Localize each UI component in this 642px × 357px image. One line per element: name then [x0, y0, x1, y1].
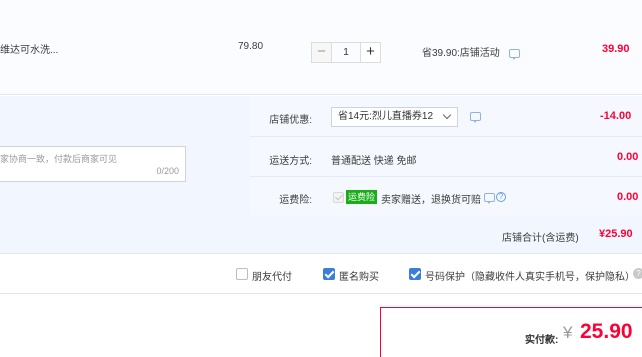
quantity-input[interactable]: 1	[332, 42, 360, 63]
item-unit-price: 79.80	[238, 41, 264, 52]
number-protection-checkbox[interactable]	[409, 268, 421, 280]
discount-select[interactable]: 省14元:烈儿直播券12	[331, 107, 458, 127]
comment-icon[interactable]	[484, 193, 495, 204]
item-promo: 省39.90:店铺活动	[422, 44, 520, 60]
divider	[0, 293, 642, 294]
divider	[250, 136, 642, 137]
quantity-increase-button[interactable]: +	[360, 42, 381, 63]
insurance-amount: 0.00	[617, 191, 639, 203]
discount-selected-value: 省14元:烈儿直播券12	[338, 111, 434, 122]
insurance-tag: 运费险	[346, 190, 378, 204]
question-icon[interactable]: ?	[633, 268, 642, 279]
discount-label: 店铺优惠:	[269, 115, 312, 126]
shop-total-row: 店铺合计(含运费) ¥25.90	[0, 215, 642, 254]
item-promo-text: 省39.90:店铺活动	[422, 48, 500, 59]
chevron-down-icon	[442, 110, 452, 120]
shop-total-value: ¥25.90	[599, 228, 633, 240]
anonymous-purchase-checkbox[interactable]	[323, 268, 335, 280]
currency-symbol: ¥	[563, 323, 573, 342]
item-title[interactable]: 维达可水洗...	[0, 41, 58, 56]
shipping-method: 普通配送 快递 免邮	[331, 156, 417, 167]
comment-icon[interactable]	[470, 112, 481, 123]
shipping-label: 运送方式:	[269, 156, 312, 167]
payment-label: 实付款:	[525, 335, 559, 346]
insurance-description: 卖家赠送，退换货可赔	[381, 195, 481, 206]
order-item-row: 维达可水洗... 79.80 − 1 + 省39.90:店铺活动 39.90	[0, 0, 642, 95]
discount-amount: -14.00	[600, 110, 632, 122]
friend-pay-checkbox[interactable]	[236, 268, 248, 280]
message-char-count: 0/200	[156, 166, 179, 176]
number-protection-label[interactable]: 号码保护（隐藏收件人真实手机号，保护隐私）	[425, 268, 635, 283]
anonymous-purchase-label[interactable]: 匿名购买	[339, 268, 379, 283]
quantity-decrease-button[interactable]: −	[311, 42, 332, 63]
shop-total-label: 店铺合计(含运费)	[502, 233, 579, 244]
help-icon[interactable]: ?	[496, 192, 506, 202]
item-subtotal: 39.90	[602, 43, 630, 55]
quantity-stepper: − 1 +	[311, 42, 381, 63]
insurance-checkbox	[333, 192, 344, 203]
message-placeholder: 家协商一致，付款后商家可见	[0, 154, 118, 164]
divider	[250, 176, 642, 177]
buyer-message-field[interactable]: 家协商一致，付款后商家可见 0/200	[0, 146, 186, 182]
shipping-amount: 0.00	[617, 151, 639, 163]
payment-amount: 25.90	[580, 320, 633, 343]
insurance-label: 运费险:	[279, 195, 312, 206]
friend-pay-label[interactable]: 朋友代付	[252, 268, 292, 283]
comment-icon[interactable]	[508, 48, 520, 60]
